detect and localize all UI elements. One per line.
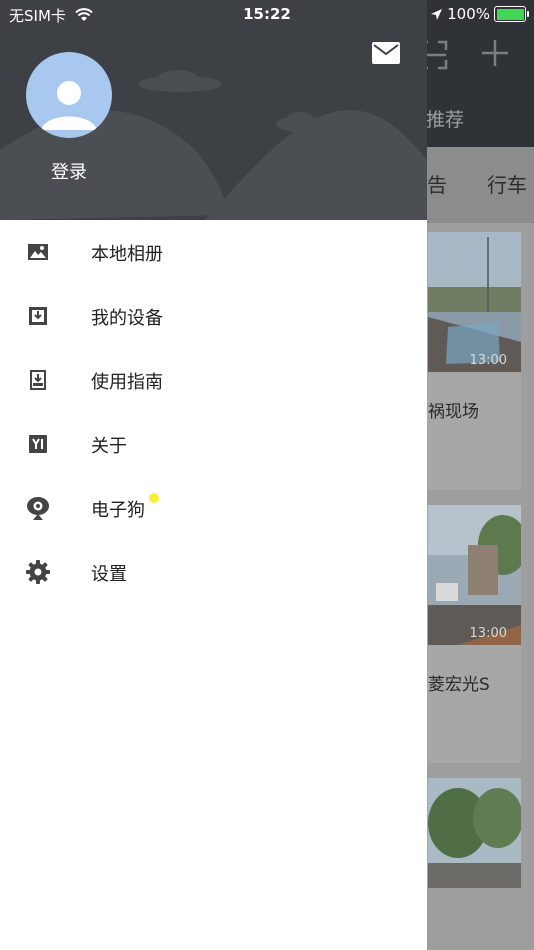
gear-icon <box>24 558 52 586</box>
menu-label: 使用指南 <box>91 372 163 393</box>
avatar[interactable] <box>26 52 112 138</box>
navigation-drawer: 登录 本地相册 我的设备 使用指南 关于 电子狗 设置 <box>0 0 427 950</box>
menu-item-about[interactable]: 关于 <box>0 412 427 476</box>
yi-logo-icon <box>24 430 52 458</box>
guide-book-icon <box>24 366 52 394</box>
mail-icon[interactable] <box>372 42 400 68</box>
menu-label: 设置 <box>91 564 127 585</box>
plus-icon <box>480 38 510 74</box>
nav-item: 行车 <box>487 173 527 197</box>
drawer-header: 登录 <box>0 0 427 220</box>
battery-percent: 100% <box>447 5 490 23</box>
menu-label: 我的设备 <box>91 308 163 329</box>
device-download-icon <box>24 302 52 330</box>
status-bar: 无SIM卡 15:22 100% <box>0 0 534 28</box>
menu-item-user-guide[interactable]: 使用指南 <box>0 348 427 412</box>
menu-label: 电子狗 <box>91 500 145 521</box>
status-right: 100% <box>430 5 529 23</box>
nav-item: 告 <box>427 173 447 197</box>
video-thumbnail <box>428 778 521 888</box>
notification-dot <box>149 493 159 503</box>
video-title: 菱宏光S <box>428 675 490 695</box>
location-arrow-icon <box>431 8 443 20</box>
video-thumbnail: 13:00 <box>428 505 521 645</box>
menu-item-local-album[interactable]: 本地相册 <box>0 220 427 284</box>
photo-album-icon <box>24 238 52 266</box>
menu-item-electronic-dog[interactable]: 电子狗 <box>0 476 427 540</box>
menu-item-my-devices[interactable]: 我的设备 <box>0 284 427 348</box>
menu-label: 本地相册 <box>91 244 163 265</box>
tab-recommend: 推荐 <box>426 109 465 131</box>
menu-item-settings[interactable]: 设置 <box>0 540 427 604</box>
login-button[interactable]: 登录 <box>0 158 138 184</box>
video-title: 祸现场 <box>428 402 479 422</box>
menu-label: 关于 <box>91 436 127 457</box>
video-timestamp: 13:00 <box>469 626 507 641</box>
video-timestamp: 13:00 <box>469 353 507 368</box>
video-thumbnail: 13:00 <box>428 232 521 372</box>
battery-icon <box>494 6 529 22</box>
webcam-icon <box>24 494 52 522</box>
